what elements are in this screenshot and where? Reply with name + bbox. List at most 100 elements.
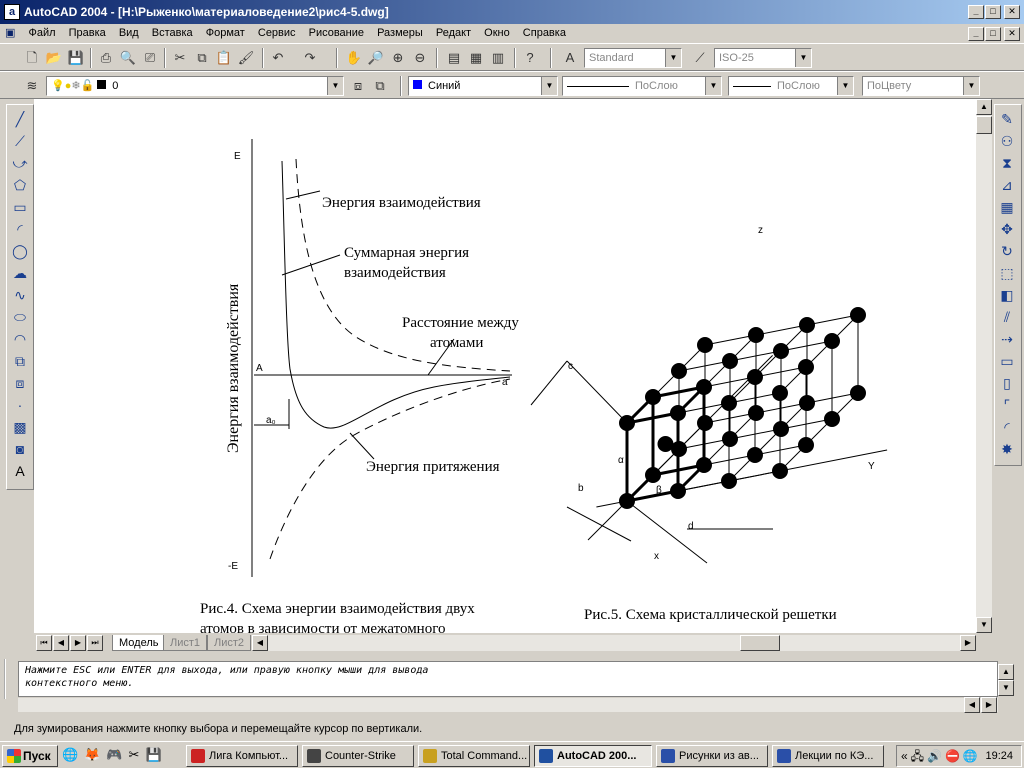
copy-icon[interactable]: ⧉ (192, 48, 212, 68)
linetype-combo[interactable]: ПоСлою ▼ (562, 76, 722, 96)
vertical-scroll-thumb[interactable] (976, 116, 992, 134)
make-block-icon[interactable]: ⧈ (9, 372, 31, 394)
hatch-icon[interactable]: ▩ (9, 416, 31, 438)
extend-icon[interactable]: ⇢ (996, 328, 1018, 350)
lineweight-combo[interactable]: ПоСлою ▼ (728, 76, 854, 96)
task-pictures-doc[interactable]: Рисунки из ав... (656, 745, 768, 767)
tab-layout1[interactable]: Лист1 (163, 635, 208, 651)
zoom-realtime-icon[interactable]: 🔎 (366, 48, 386, 68)
task-counter-strike[interactable]: Counter-Strike (302, 745, 414, 767)
menu-modify[interactable]: Редакт (431, 24, 476, 43)
publish-icon[interactable]: ⎚ (140, 48, 160, 68)
menu-help[interactable]: Справка (518, 24, 571, 43)
cmd-scroll-right-icon[interactable]: ▶ (981, 697, 997, 713)
autocad-app-icon[interactable]: a (4, 4, 20, 20)
open-icon[interactable]: 📂 (44, 48, 64, 68)
quick-launch[interactable]: 🌐🦊🎮✂💾 (62, 747, 182, 765)
chevron-down-icon[interactable]: ▼ (963, 77, 979, 95)
polyline-icon[interactable]: ⤻ (9, 152, 31, 174)
tab-layout2[interactable]: Лист2 (207, 635, 252, 651)
redo-icon[interactable]: ↷ (300, 48, 320, 68)
minimize-button[interactable]: _ (968, 5, 984, 19)
tab-first-icon[interactable]: ⏮ (36, 635, 52, 651)
array-icon[interactable]: ▦ (996, 196, 1018, 218)
task-autocad[interactable]: AutoCAD 200... (534, 745, 652, 767)
scroll-right-icon[interactable]: ▶ (960, 635, 976, 651)
rotate-icon[interactable]: ↻ (996, 240, 1018, 262)
cut-icon[interactable]: ✂ (170, 48, 190, 68)
region-icon[interactable]: ◙ (9, 438, 31, 460)
tab-next-icon[interactable]: ▶ (70, 635, 86, 651)
trim-icon[interactable]: ⫽ (996, 306, 1018, 328)
ellipse-arc-icon[interactable]: ◠ (9, 328, 31, 350)
doc-minimize-button[interactable]: _ (968, 27, 984, 41)
horizontal-scroll-thumb[interactable] (740, 635, 780, 651)
cmd-scroll-up-icon[interactable]: ▲ (998, 664, 1014, 680)
preview-icon[interactable]: 🔍 (118, 48, 138, 68)
revcloud-icon[interactable]: ☁ (9, 262, 31, 284)
dim-style-combo[interactable]: ISO-25 ▼ (714, 48, 812, 68)
spline-icon[interactable]: ∿ (9, 284, 31, 306)
offset-icon[interactable]: ⊿ (996, 174, 1018, 196)
insert-block-icon[interactable]: ⧉ (9, 350, 31, 372)
menu-insert[interactable]: Вставка (147, 24, 198, 43)
menu-format[interactable]: Формат (201, 24, 250, 43)
cmd-scroll-left-icon[interactable]: ◀ (964, 697, 980, 713)
doc-restore-button[interactable]: □ (985, 27, 1001, 41)
close-button[interactable]: ✕ (1004, 5, 1020, 19)
line-icon[interactable]: ╱ (9, 108, 31, 130)
polygon-icon[interactable]: ⬠ (9, 174, 31, 196)
stretch-icon[interactable]: ◧ (996, 284, 1018, 306)
color-combo[interactable]: Синий ▼ (408, 76, 558, 96)
tab-model[interactable]: Модель (112, 635, 166, 651)
menu-draw[interactable]: Рисование (304, 24, 369, 43)
menu-edit[interactable]: Правка (64, 24, 111, 43)
layer-combo[interactable]: 💡●❄🔓 0 ▼ (46, 76, 344, 96)
layer-previous-icon[interactable]: ⧉ (370, 76, 390, 96)
chevron-down-icon[interactable]: ▼ (327, 77, 343, 95)
mirror-icon[interactable]: ⧗ (996, 152, 1018, 174)
help-icon[interactable]: ? (520, 48, 540, 68)
scale-icon[interactable]: ⬚ (996, 262, 1018, 284)
task-lectures-doc[interactable]: Лекции по КЭ... (772, 745, 884, 767)
print-icon[interactable]: ⎙ (96, 48, 116, 68)
dim-style-icon[interactable]: ⟋ (690, 48, 710, 68)
zoom-previous-icon[interactable]: ⊖ (410, 48, 430, 68)
break-icon[interactable]: ▭ (996, 350, 1018, 372)
scroll-left-icon[interactable]: ◀ (252, 635, 268, 651)
design-center-icon[interactable]: ▦ (466, 48, 486, 68)
point-icon[interactable]: · (9, 394, 31, 416)
tab-prev-icon[interactable]: ◀ (53, 635, 69, 651)
text-style-combo[interactable]: Standard ▼ (584, 48, 682, 68)
circle-icon[interactable]: ◯ (9, 240, 31, 262)
save-icon[interactable]: 💾 (66, 48, 86, 68)
menu-view[interactable]: Вид (114, 24, 144, 43)
menu-dimension[interactable]: Размеры (372, 24, 428, 43)
explode-icon[interactable]: ✸ (996, 438, 1018, 460)
menu-file[interactable]: Файл (23, 24, 60, 43)
paste-icon[interactable]: 📋 (214, 48, 234, 68)
mtext-icon[interactable]: A (9, 460, 31, 482)
copy-object-icon[interactable]: ⚇ (996, 130, 1018, 152)
task-total-commander[interactable]: Total Command... (418, 745, 530, 767)
chevron-down-icon[interactable]: ▼ (837, 77, 853, 95)
tool-palettes-icon[interactable]: ▥ (488, 48, 508, 68)
vertical-scrollbar[interactable] (976, 99, 992, 633)
zoom-window-icon[interactable]: ⊕ (388, 48, 408, 68)
ellipse-icon[interactable]: ⬭ (9, 306, 31, 328)
start-button[interactable]: Пуск (2, 745, 58, 767)
break-at-point-icon[interactable]: ▯ (996, 372, 1018, 394)
undo-icon[interactable]: ↶ (268, 48, 288, 68)
chamfer-icon[interactable]: ⌜ (996, 394, 1018, 416)
new-icon[interactable]: 🗋 (22, 48, 42, 68)
menu-tools[interactable]: Сервис (253, 24, 301, 43)
arc-icon[interactable]: ◜ (9, 218, 31, 240)
scroll-down-icon[interactable]: ▼ (976, 617, 992, 633)
construction-line-icon[interactable]: ⟋ (9, 130, 31, 152)
chevron-down-icon[interactable]: ▼ (705, 77, 721, 95)
layer-manager-icon[interactable]: ≋ (22, 76, 42, 96)
cmd-scroll-down-icon[interactable]: ▼ (998, 680, 1014, 696)
text-style-icon[interactable]: A (560, 48, 580, 68)
drawing-area[interactable]: E -E Энергия взаимодействия Энергия взаи… (34, 99, 976, 633)
document-icon[interactable]: ▣ (0, 24, 20, 43)
